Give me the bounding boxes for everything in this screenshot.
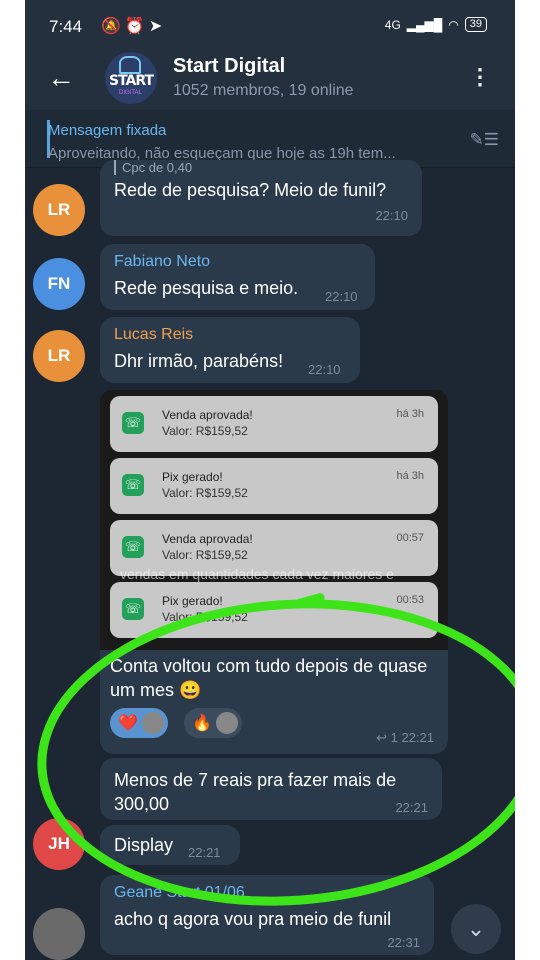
- chat-subtitle: 1052 membros, 19 online: [173, 82, 354, 99]
- pinned-title: Mensagem fixada: [48, 122, 167, 139]
- scroll-down-button[interactable]: ⌄: [451, 904, 501, 954]
- notification-icons: 🔕⏰➤: [101, 18, 167, 35]
- blurred-text: vendas em quantidades cada vez maiores e: [120, 566, 394, 582]
- notification-card: ☏ Venda aprovada! Valor: R$159,52 há 3h: [110, 396, 438, 452]
- avatar-logo-sub: DIGITAL: [119, 90, 142, 96]
- avatar[interactable]: LR: [33, 330, 85, 382]
- message-text: Rede pesquisa e meio.: [114, 278, 299, 298]
- message-bubble[interactable]: Cpc de 0,40 Rede de pesquisa? Meio de fu…: [100, 160, 422, 236]
- message-text: Dhr irmão, parabéns!: [114, 351, 284, 371]
- message-time: 22:10: [375, 208, 408, 223]
- avatar-figure: [119, 56, 141, 74]
- message-text: Rede de pesquisa? Meio de funil?: [114, 180, 387, 200]
- avatar[interactable]: FN: [33, 258, 85, 310]
- chevron-down-icon: ⌄: [466, 916, 486, 941]
- message-time: 22:31: [387, 935, 420, 950]
- network-icon: 4G: [384, 17, 401, 32]
- sender-name[interactable]: Lucas Reis: [114, 326, 193, 344]
- notification-time: há 3h: [396, 470, 424, 482]
- notification-value: Valor: R$159,52: [162, 548, 248, 562]
- notification-card: ☏ Pix gerado! Valor: R$159,52 há 3h: [110, 458, 438, 514]
- battery-icon: 39: [464, 17, 487, 32]
- group-avatar[interactable]: START DIGITAL: [105, 52, 157, 104]
- signal-icon: ▂▄▆█: [406, 17, 443, 32]
- message-text: acho q agora vou pra meio de funil: [114, 909, 392, 929]
- notification-title: Pix gerado!: [162, 594, 223, 608]
- chat-header: ← START DIGITAL Start Digital 1052 membr…: [25, 52, 515, 110]
- phone-app-icon: ☏: [122, 536, 144, 558]
- avatar-logo-text: START: [109, 73, 154, 89]
- notification-value: Valor: R$159,52: [162, 486, 248, 500]
- avatar[interactable]: [33, 908, 85, 960]
- sender-name[interactable]: Fabiano Neto: [114, 253, 210, 271]
- back-arrow-icon[interactable]: ←: [47, 62, 75, 94]
- quoted-text: Cpc de 0,40: [114, 160, 192, 175]
- status-right: 4G ▂▄▆█ ◠ 39: [385, 17, 487, 32]
- message-time: 22:10: [325, 289, 358, 304]
- phone-app-icon: ☏: [122, 474, 144, 496]
- avatar[interactable]: LR: [33, 184, 85, 236]
- phone-app-icon: ☏: [122, 598, 144, 620]
- message-bubble[interactable]: Fabiano Neto Rede pesquisa e meio. 22:10: [100, 244, 375, 310]
- phone-app-icon: ☏: [122, 412, 144, 434]
- notification-title: Pix gerado!: [162, 470, 223, 484]
- notification-title: Venda aprovada!: [162, 408, 253, 422]
- notification-value: Valor: R$159,52: [162, 424, 248, 438]
- notification-time: há 3h: [396, 408, 424, 420]
- notification-time: 00:53: [396, 594, 424, 606]
- status-bar: 7:44 🔕⏰➤ 4G ▂▄▆█ ◠ 39: [25, 0, 515, 52]
- app-frame: 7:44 🔕⏰➤ 4G ▂▄▆█ ◠ 39 ← START DIGITAL St…: [25, 0, 515, 960]
- status-time: 7:44: [49, 17, 83, 36]
- notification-time: 00:57: [396, 532, 424, 544]
- message-bubble[interactable]: Lucas Reis Dhr irmão, parabéns! 22:10: [100, 317, 360, 383]
- message-time: 22:10: [308, 362, 341, 377]
- wifi-icon: ◠: [448, 17, 459, 32]
- pin-list-icon[interactable]: ✎☰: [470, 130, 499, 150]
- notification-title: Venda aprovada!: [162, 532, 253, 546]
- more-menu-icon[interactable]: ⋮: [469, 64, 491, 90]
- chat-title[interactable]: Start Digital: [173, 55, 285, 78]
